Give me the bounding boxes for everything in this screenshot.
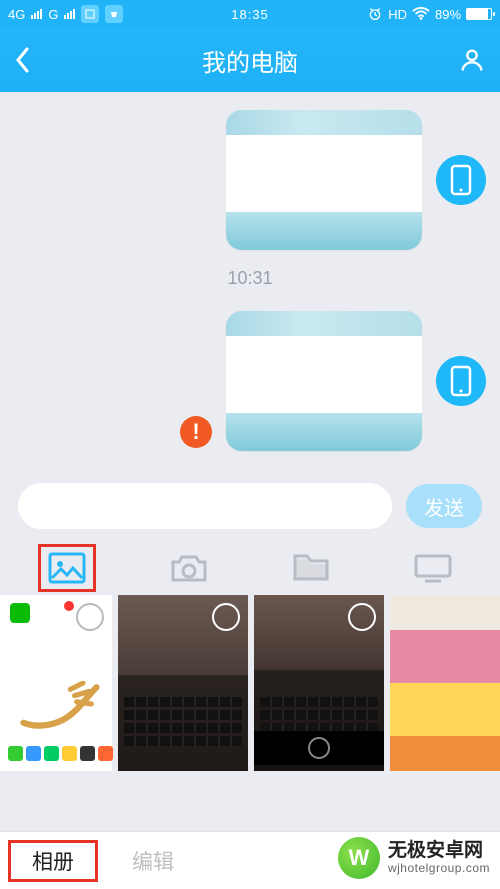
hd-label: HD (388, 7, 407, 22)
select-circle[interactable] (212, 603, 240, 631)
folder-icon (292, 553, 330, 583)
nav-header: 我的电脑 (0, 28, 500, 92)
status-left: 4G G (8, 5, 225, 23)
chat-area: 10:31 ! (0, 92, 500, 473)
watermark-logo-icon (338, 837, 380, 879)
composer: 发送 (0, 473, 500, 541)
monitor-tab[interactable] (406, 546, 460, 590)
notification-app-icon (81, 5, 99, 23)
send-button[interactable]: 发送 (406, 484, 482, 528)
device-avatar[interactable] (436, 356, 486, 406)
image-message[interactable] (226, 110, 422, 250)
album-button[interactable]: 相册 (20, 845, 86, 880)
highlight-frame (38, 544, 96, 592)
photo-gallery-strip[interactable] (0, 595, 500, 771)
hand-sticker-icon (18, 681, 102, 729)
alarm-icon (367, 6, 383, 22)
monitor-icon (413, 553, 453, 583)
watermark: 无极安卓网 wjhotelgroup.com (338, 837, 490, 879)
message-row: ! (14, 311, 486, 451)
timestamp: 10:31 (14, 268, 486, 289)
device-avatar[interactable] (436, 155, 486, 205)
gallery-thumbnail[interactable] (118, 595, 248, 771)
signal-bars-icon (64, 9, 75, 19)
highlight-frame: 相册 (8, 840, 98, 882)
message-row (14, 110, 486, 250)
attachment-tabs (0, 541, 500, 595)
phone-icon (450, 164, 472, 196)
gallery-thumbnail[interactable] (390, 595, 500, 771)
gallery-tab[interactable] (40, 546, 94, 590)
message-input[interactable] (18, 483, 392, 529)
status-bar: 4G G 18:35 HD 89% (0, 0, 500, 28)
back-button[interactable] (14, 46, 44, 74)
gallery-thumbnail[interactable] (254, 595, 384, 771)
watermark-title: 无极安卓网 (388, 841, 490, 862)
edit-button[interactable]: 编辑 (120, 840, 186, 882)
image-message[interactable] (226, 311, 422, 451)
battery-pct: 89% (435, 7, 461, 22)
send-error-icon[interactable]: ! (180, 416, 212, 448)
folder-tab[interactable] (284, 546, 338, 590)
wifi-icon (412, 7, 430, 21)
page-title: 我的电脑 (44, 43, 456, 78)
watermark-url: wjhotelgroup.com (388, 862, 490, 875)
gallery-thumbnail[interactable] (0, 595, 112, 771)
status-right: HD 89% (275, 6, 492, 22)
camera-icon (169, 552, 209, 584)
network-4g-label: 4G (8, 7, 25, 22)
camera-tab[interactable] (162, 546, 216, 590)
phone-icon (450, 365, 472, 397)
battery-icon (466, 8, 492, 20)
notification-store-icon (105, 5, 123, 23)
signal-bars-icon (31, 9, 42, 19)
network-g-label: G (48, 7, 58, 22)
status-time: 18:35 (231, 7, 269, 22)
profile-button[interactable] (456, 46, 486, 74)
select-circle[interactable] (348, 603, 376, 631)
select-circle[interactable] (76, 603, 104, 631)
